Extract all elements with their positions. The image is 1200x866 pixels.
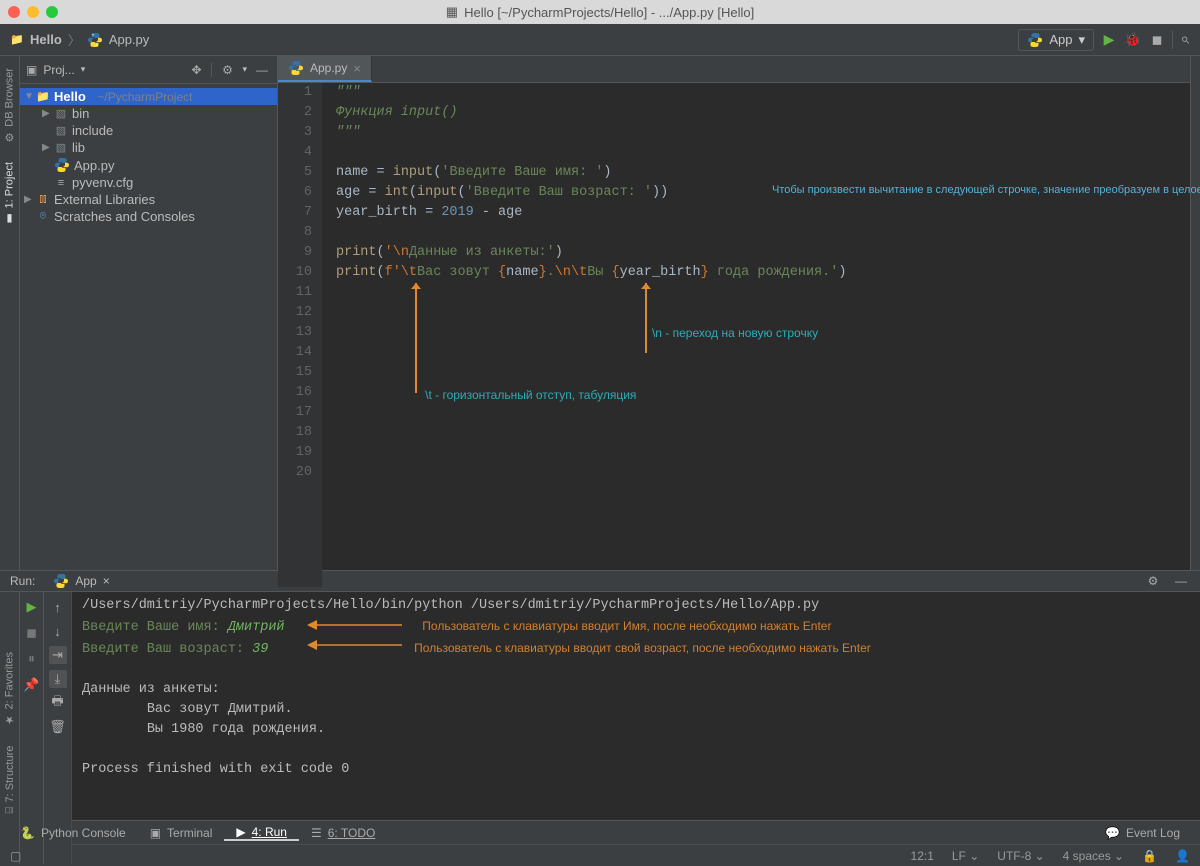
print-button[interactable]: 🖶 (49, 694, 67, 712)
debug-button[interactable]: 🐞 (1124, 31, 1142, 49)
status-hint: ▢ (10, 849, 21, 863)
structure-tab[interactable]: ⌸ 7: Structure (4, 746, 16, 813)
code-editor[interactable]: 1234567891011121314151617181920 """Функц… (278, 83, 1190, 587)
run-config-selector[interactable]: App ▾ (1018, 29, 1094, 51)
tree-folder-lib[interactable]: ▶▧lib (20, 139, 277, 156)
window-title: Hello [~/PycharmProjects/Hello] - .../Ap… (464, 5, 754, 20)
run-output[interactable]: /Users/dmitriy/PycharmProjects/Hello/bin… (72, 592, 1200, 864)
breadcrumb-file[interactable]: App.py (109, 32, 149, 47)
favorites-tab[interactable]: ★ 2: Favorites (3, 652, 16, 726)
stop-button[interactable]: ◼ (1148, 31, 1166, 49)
tree-root[interactable]: ▼📁Hello ~/PycharmProject (20, 88, 277, 105)
left-tool-rail: ⚙DB Browser ▮1: Project (0, 56, 20, 570)
tree-file-app[interactable]: App.py (20, 156, 277, 174)
soft-wrap-button[interactable]: ⇥ (49, 646, 67, 664)
project-tool-tab[interactable]: ▮1: Project (3, 162, 16, 225)
scroll-end-button[interactable]: ⤓ (49, 670, 67, 688)
annotation-int: Чтобы произвести вычитание в следующей с… (772, 183, 1112, 197)
maximize-window-button[interactable] (46, 6, 58, 18)
project-tool-window: ▣ Proj...▾ ✥ ⚙▾ — ▼📁Hello ~/PycharmProje… (20, 56, 278, 570)
hide-panel-button[interactable]: — (253, 61, 271, 79)
clear-all-button[interactable]: 🗑 (49, 718, 67, 736)
folder-icon: 📁 (10, 33, 24, 47)
run-button[interactable]: ▶ (1100, 31, 1118, 49)
stop-process-button[interactable]: ◼ (23, 624, 41, 642)
panel-title: Proj... (43, 63, 74, 77)
down-button[interactable]: ↓ (49, 622, 67, 640)
tree-folder-bin[interactable]: ▶▧bin (20, 105, 277, 122)
tree-file-cfg[interactable]: ≡pyvenv.cfg (20, 174, 277, 191)
pycharm-app-icon: ▦ (446, 4, 458, 20)
up-button[interactable]: ↑ (49, 598, 67, 616)
close-tab-icon[interactable]: × (353, 61, 361, 76)
run-tab-app[interactable]: App× (45, 571, 117, 591)
close-window-button[interactable] (8, 6, 20, 18)
tree-scratches[interactable]: ⌾Scratches and Consoles (20, 208, 277, 225)
project-tree: ▼📁Hello ~/PycharmProject ▶▧bin ▧include … (20, 84, 277, 229)
navigation-bar: 📁 Hello〉 App.py App ▾ ▶ 🐞 ◼ (0, 24, 1200, 56)
pin-button[interactable]: 📌 (23, 676, 41, 694)
editor-area: App.py× 1234567891011121314151617181920 … (278, 56, 1190, 570)
settings-icon[interactable]: ⚙ (218, 61, 236, 79)
search-everywhere-button[interactable] (1172, 31, 1190, 49)
select-opened-file-icon[interactable]: ✥ (187, 61, 205, 79)
chevron-down-icon: ▾ (1078, 32, 1085, 48)
run-tool-window: Run: App× ⚙ — ★ 2: Favorites ⌸ 7: Struct… (0, 570, 1200, 820)
rerun-button[interactable]: ▶ (23, 598, 41, 616)
minimize-window-button[interactable] (27, 6, 39, 18)
pause-button[interactable]: ⏸ (23, 650, 41, 668)
run-label: Run: (10, 574, 35, 588)
db-browser-tab[interactable]: ⚙DB Browser (3, 68, 16, 144)
window-titlebar: ▦ Hello [~/PycharmProjects/Hello] - .../A… (0, 0, 1200, 24)
python-file-icon (87, 32, 103, 48)
breadcrumb-project[interactable]: Hello (30, 32, 62, 47)
editor-tab-app[interactable]: App.py× (278, 56, 372, 82)
tree-folder-include[interactable]: ▧include (20, 122, 277, 139)
close-run-tab-icon[interactable]: × (103, 574, 110, 588)
tree-external-libs[interactable]: ▶⫾⫾External Libraries (20, 191, 277, 208)
panel-icon: ▣ (26, 63, 37, 77)
